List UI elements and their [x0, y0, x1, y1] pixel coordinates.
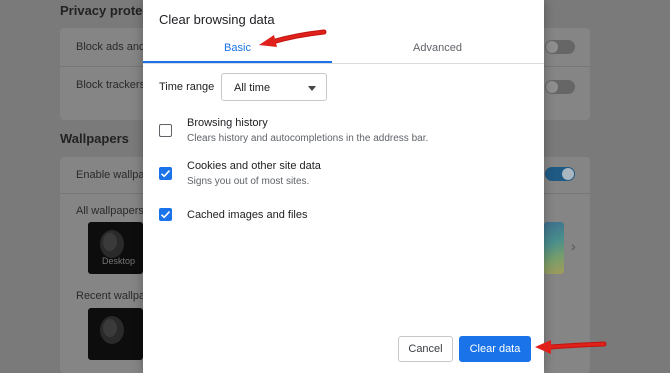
- time-range-select[interactable]: All time: [221, 73, 327, 101]
- checkmark-icon: [160, 170, 171, 178]
- tab-bar: Basic Advanced: [143, 36, 544, 64]
- browsing-history-checkbox[interactable]: [159, 124, 172, 137]
- all-wallpapers-label: All wallpapers: [76, 205, 144, 217]
- dialog-title: Clear browsing data: [159, 12, 275, 27]
- block-trackers-toggle[interactable]: [545, 80, 575, 94]
- annotation-arrow-icon: [259, 29, 327, 47]
- wallpapers-heading: Wallpapers: [60, 131, 129, 146]
- checkmark-icon: [160, 211, 171, 219]
- colorful-wallpaper-thumbnail[interactable]: [544, 222, 564, 274]
- annotation-arrow-icon: [535, 340, 607, 354]
- cancel-button[interactable]: Cancel: [398, 336, 453, 362]
- recent-wallpapers-label: Recent wallpap: [76, 290, 152, 302]
- tab-advanced[interactable]: Advanced: [343, 36, 532, 63]
- option-subtitle: Signs you out of most sites.: [187, 176, 310, 187]
- dropdown-caret-icon: [308, 86, 316, 91]
- option-subtitle: Clears history and autocompletions in th…: [187, 133, 429, 144]
- privacy-heading: Privacy protect: [60, 3, 154, 18]
- block-ads-toggle[interactable]: [545, 40, 575, 54]
- wallpaper-pattern-icon: [100, 316, 124, 344]
- option-cached-images: Cached images and files: [159, 208, 529, 224]
- option-title: Cookies and other site data: [187, 160, 321, 172]
- enable-wallpapers-label: Enable wallpap: [76, 169, 151, 181]
- wallpaper-pattern-icon: [100, 230, 124, 258]
- recent-wallpaper-thumbnail[interactable]: [88, 308, 143, 360]
- desktop-wallpaper-thumbnail[interactable]: Desktop: [88, 222, 143, 274]
- option-cookies: Cookies and other site data Signs you ou…: [159, 160, 529, 190]
- time-range-label: Time range: [159, 81, 215, 93]
- clear-browsing-data-dialog: Clear browsing data Basic Advanced Time …: [143, 0, 544, 373]
- option-title: Browsing history: [187, 117, 268, 129]
- desktop-thumbnail-label: Desktop: [102, 256, 136, 266]
- cookies-checkbox[interactable]: [159, 167, 172, 180]
- enable-wallpapers-toggle[interactable]: [545, 167, 575, 181]
- cached-images-checkbox[interactable]: [159, 208, 172, 221]
- option-browsing-history: Browsing history Clears history and auto…: [159, 117, 529, 147]
- chevron-right-icon[interactable]: ›: [571, 238, 576, 254]
- block-trackers-label: Block trackers: [76, 79, 146, 91]
- clear-data-button[interactable]: Clear data: [459, 336, 531, 362]
- time-range-value: All time: [234, 82, 271, 94]
- block-ads-label: Block ads and: [76, 41, 146, 53]
- option-title: Cached images and files: [187, 209, 308, 221]
